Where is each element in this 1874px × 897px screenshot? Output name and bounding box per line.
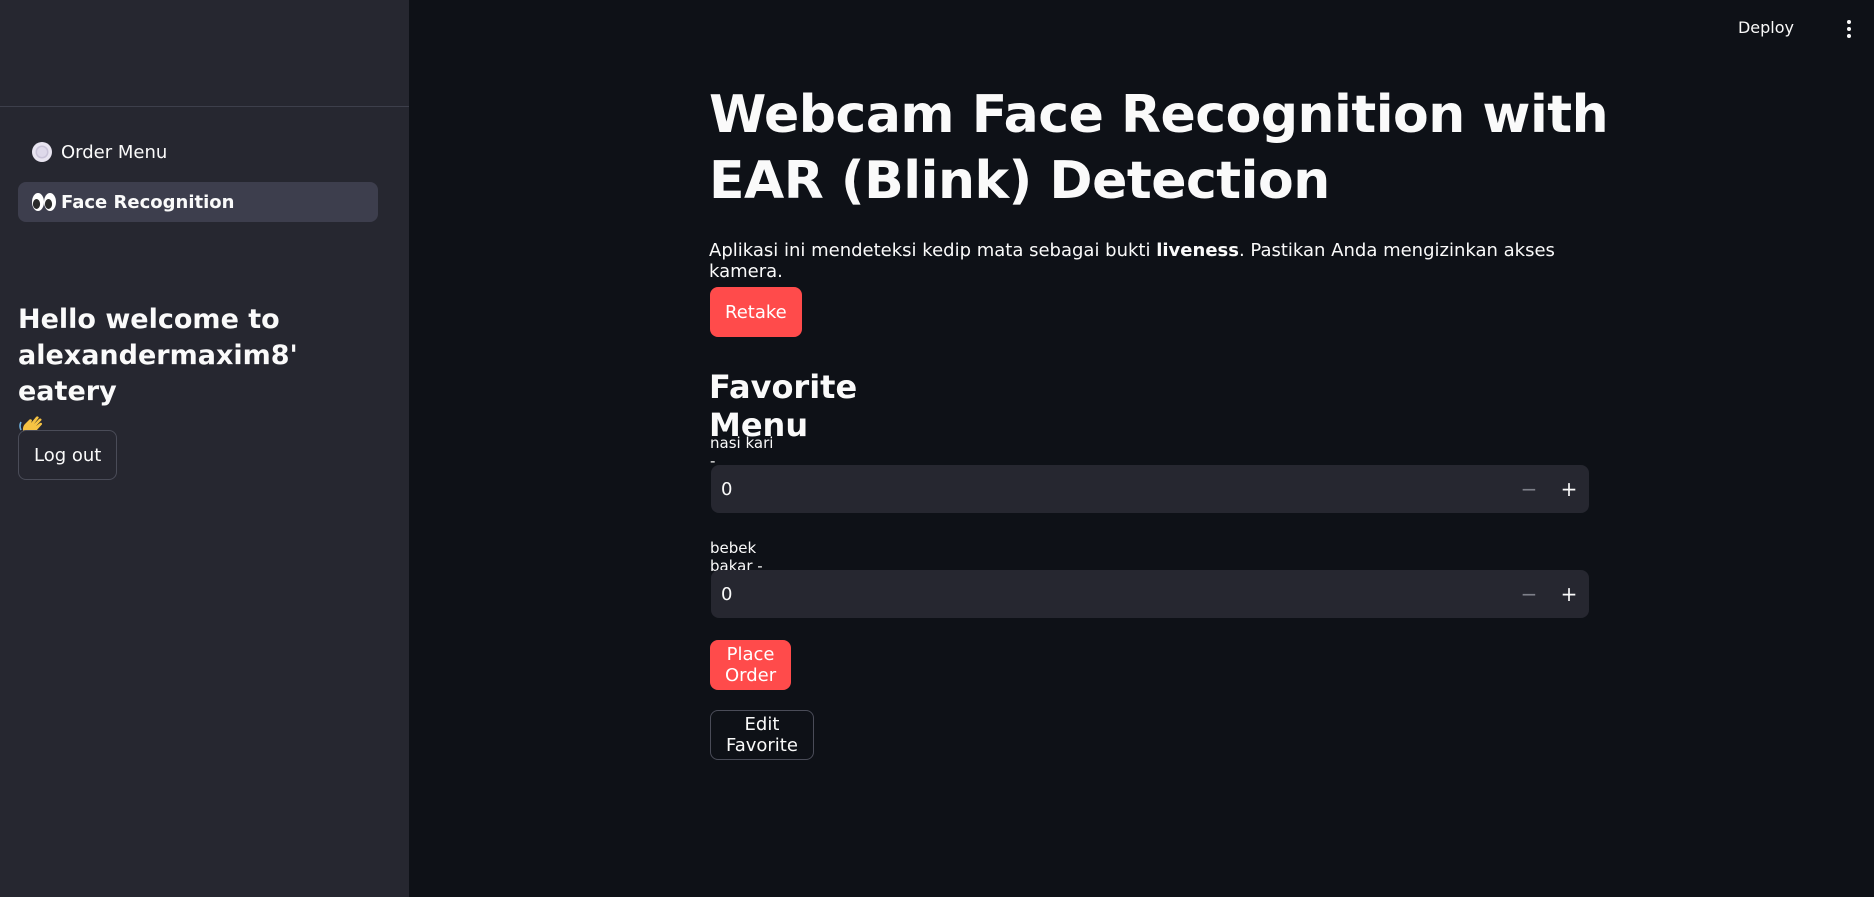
retake-button[interactable]: Retake xyxy=(710,287,802,337)
sidebar-item-label: Face Recognition xyxy=(61,191,235,213)
main-menu-icon[interactable] xyxy=(1846,20,1852,42)
app: Order Menu Face Recognition Hello welcom… xyxy=(0,0,1874,897)
sidebar: Order Menu Face Recognition Hello welcom… xyxy=(0,0,409,897)
page-title: Webcam Face Recognition with EAR (Blink)… xyxy=(709,85,1609,211)
quantity-input[interactable] xyxy=(711,465,1509,513)
increment-button[interactable]: + xyxy=(1549,465,1589,513)
eyes-icon xyxy=(31,191,57,213)
description-bold-text: liveness xyxy=(1156,240,1239,261)
sidebar-item-label: Order Menu xyxy=(61,141,168,163)
decrement-button[interactable]: − xyxy=(1509,465,1549,513)
logout-button[interactable]: Log out xyxy=(18,430,118,480)
decrement-button[interactable]: − xyxy=(1509,570,1549,618)
deploy-button[interactable]: Deploy xyxy=(1738,18,1794,37)
quantity-stepper-nasi-kari: − + xyxy=(711,465,1589,513)
page-description: Aplikasi ini mendeteksi kedip mata sebag… xyxy=(709,240,1609,282)
description-text: Aplikasi ini mendeteksi kedip mata sebag… xyxy=(709,240,1157,261)
sidebar-divider xyxy=(0,106,409,107)
edit-favorite-button[interactable]: Edit Favorite xyxy=(710,710,814,760)
place-order-button[interactable]: Place Order xyxy=(710,640,792,690)
quantity-stepper-bebek-bakar: − + xyxy=(711,570,1589,618)
quantity-input[interactable] xyxy=(711,570,1509,618)
sidebar-item-face-recognition[interactable]: Face Recognition xyxy=(18,182,378,222)
increment-button[interactable]: + xyxy=(1549,570,1589,618)
plate-icon xyxy=(31,141,57,163)
favorite-menu-heading: Favorite Menu xyxy=(709,368,858,444)
welcome-text: Hello welcome to alexandermaxim8' eatery xyxy=(18,304,298,407)
sidebar-item-order-menu[interactable]: Order Menu xyxy=(18,132,378,172)
